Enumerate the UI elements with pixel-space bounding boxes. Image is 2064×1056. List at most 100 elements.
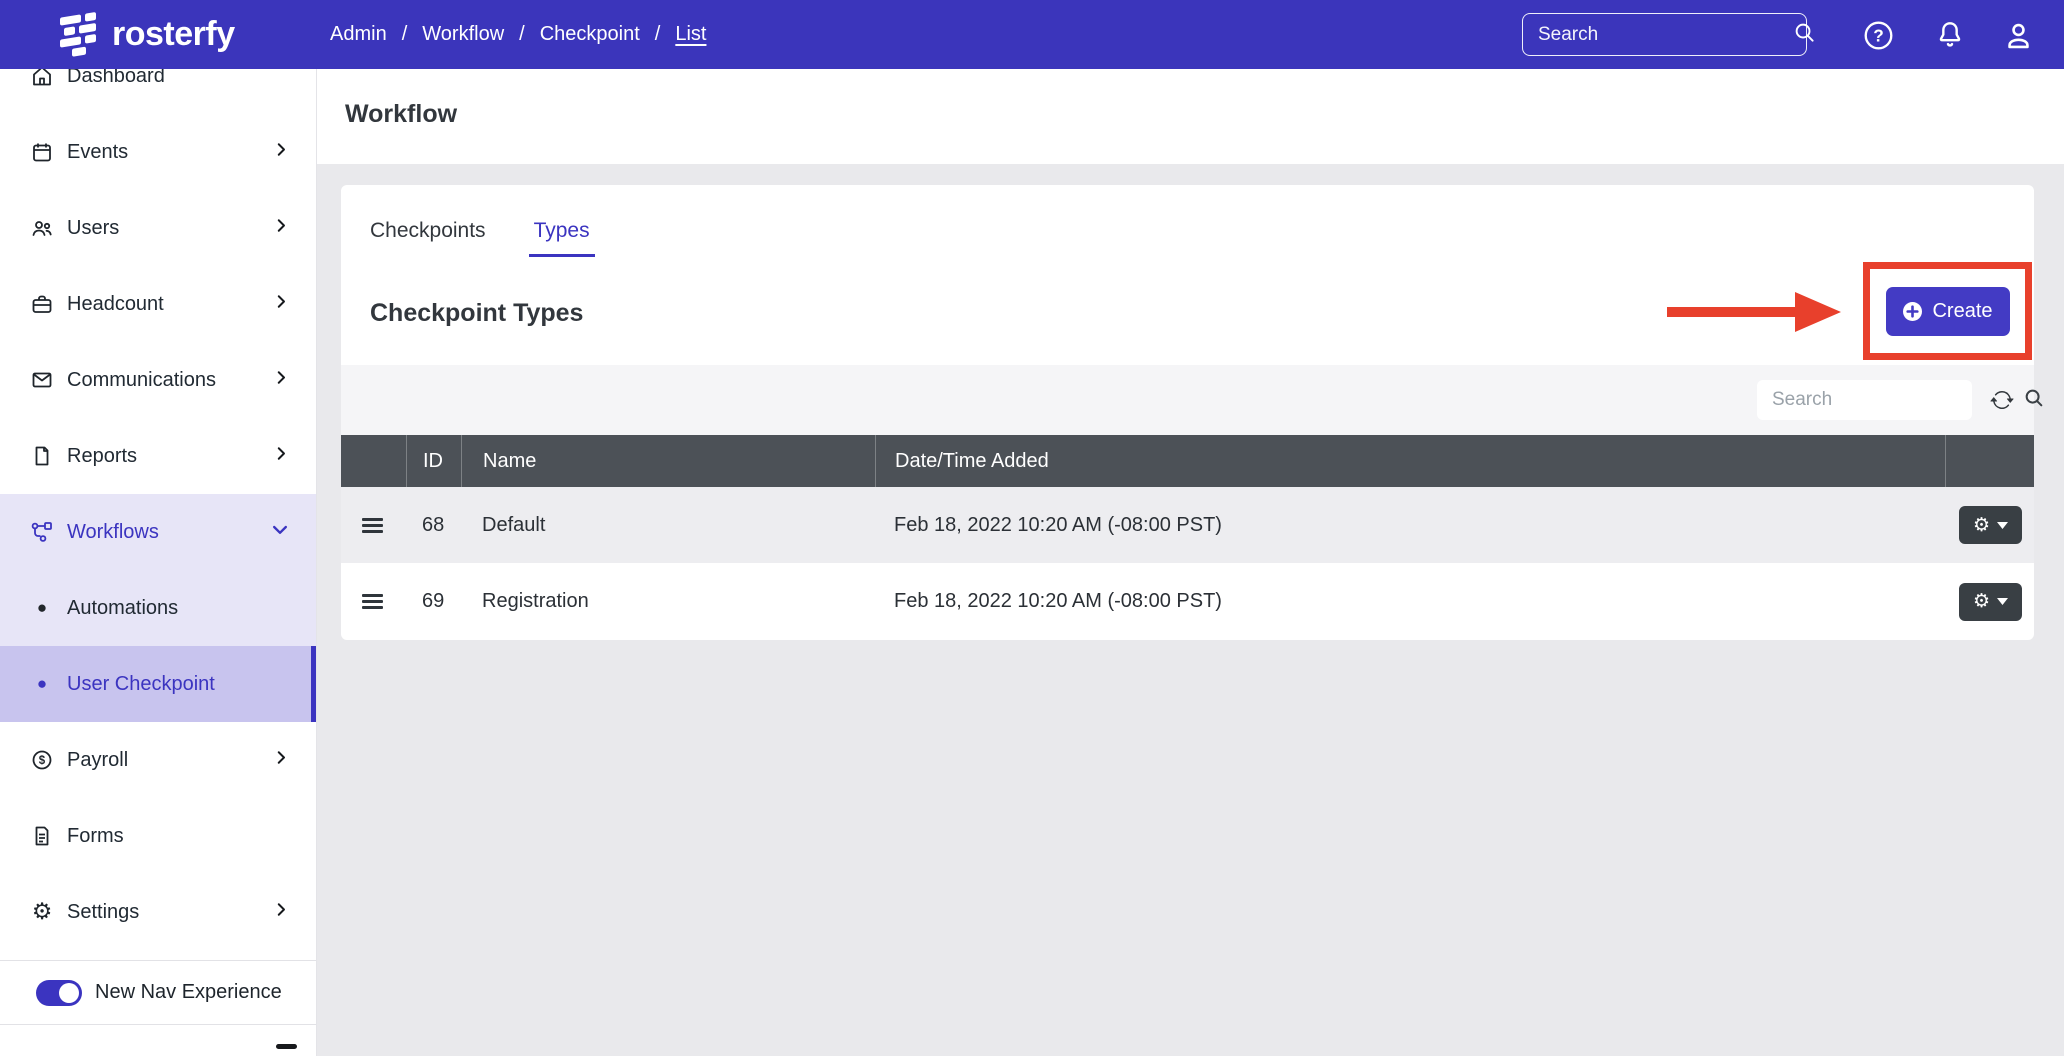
- people-icon: [30, 216, 54, 240]
- tab-bar: Checkpoints Types: [370, 219, 595, 257]
- briefcase-icon: [30, 292, 54, 316]
- sidebar-item-events[interactable]: Events: [0, 114, 316, 190]
- sidebar-item-label: Payroll: [67, 748, 129, 771]
- sidebar-item-automations[interactable]: ● Automations: [0, 570, 316, 646]
- caret-down-icon: [1997, 598, 2009, 605]
- table-search-input[interactable]: [1757, 389, 2023, 411]
- sidebar-item-label: Settings: [67, 900, 140, 923]
- sidebar-item-label: Users: [67, 216, 120, 239]
- search-icon[interactable]: [1793, 21, 1816, 49]
- rosterfy-mark-icon: [60, 11, 96, 56]
- cell-name: Registration: [482, 590, 589, 612]
- breadcrumb-separator: /: [654, 23, 661, 45]
- create-button-label: Create: [1932, 299, 1993, 322]
- gear-icon: ⚙: [1972, 590, 1991, 612]
- help-icon[interactable]: ?: [1860, 17, 1896, 53]
- top-navbar: rosterfy Admin / Workflow / Checkpoint /…: [0, 0, 2064, 69]
- sidebar-item-payroll[interactable]: $ Payroll: [0, 722, 316, 798]
- row-actions-button[interactable]: ⚙: [1959, 582, 2022, 621]
- search-icon[interactable]: [2023, 387, 2045, 414]
- sidebar-item-settings[interactable]: ⚙ Settings: [0, 874, 316, 950]
- table-row[interactable]: 69 Registration Feb 18, 2022 10:20 AM (-…: [341, 563, 2034, 640]
- toggle-knob: [59, 982, 79, 1003]
- table-header-row: ID Name Date/Time Added: [341, 435, 2034, 487]
- new-nav-toggle[interactable]: [36, 979, 82, 1006]
- file-icon: [30, 444, 54, 468]
- breadcrumb-checkpoint[interactable]: Checkpoint: [540, 23, 640, 46]
- header-cell-actions: [1945, 435, 2034, 487]
- sidebar-item-workflows[interactable]: Workflows: [0, 494, 316, 570]
- breadcrumb-separator: /: [519, 23, 525, 45]
- logo-wordmark: rosterfy: [112, 15, 235, 53]
- dollar-circle-icon: $: [30, 748, 54, 772]
- tab-types[interactable]: Types: [528, 219, 595, 257]
- chevron-right-icon: [272, 141, 290, 164]
- sidebar-item-label: User Checkpoint: [67, 672, 215, 695]
- header-cell-handle: [341, 435, 406, 487]
- gear-icon: ⚙: [31, 898, 53, 925]
- calendar-icon: [30, 140, 54, 164]
- sidebar: Dashboard Events Users Headcount Communi…: [0, 0, 317, 1056]
- global-search: [1522, 13, 1814, 56]
- cell-id: 68: [422, 513, 445, 536]
- sidebar-item-communications[interactable]: Communications: [0, 342, 316, 418]
- row-actions-button[interactable]: ⚙: [1959, 506, 2022, 544]
- sidebar-item-headcount[interactable]: Headcount: [0, 266, 316, 342]
- workflow-icon: [30, 520, 54, 544]
- sidebar-item-label: Reports: [67, 444, 138, 467]
- chevron-right-icon: [272, 901, 290, 924]
- page-title: Workflow: [345, 100, 458, 128]
- cell-name: Default: [482, 513, 546, 536]
- breadcrumb-workflow[interactable]: Workflow: [422, 23, 504, 46]
- drag-handle-icon[interactable]: [362, 593, 406, 610]
- global-search-input[interactable]: [1523, 23, 1793, 46]
- breadcrumb-separator: /: [401, 23, 408, 45]
- breadcrumb-list[interactable]: List: [675, 23, 706, 46]
- sidebar-item-user-checkpoint[interactable]: ● User Checkpoint: [0, 646, 316, 722]
- svg-text:?: ?: [1873, 25, 1884, 45]
- sidebar-item-label: Automations: [67, 596, 179, 619]
- checkpoint-types-table: ID Name Date/Time Added 68 Default Feb 1…: [341, 435, 2034, 640]
- main-content: Workflow Checkpoints Types Checkpoint Ty…: [317, 69, 2064, 1056]
- table-search: [1757, 380, 2043, 420]
- sidebar-item-label: Headcount: [67, 292, 164, 315]
- envelope-icon: [30, 368, 54, 392]
- sidebar-item-reports[interactable]: Reports: [0, 418, 316, 494]
- header-cell-date: Date/Time Added: [875, 435, 1945, 487]
- sidebar-item-forms[interactable]: Forms: [0, 798, 316, 874]
- red-arrow-annotation: [1667, 292, 1841, 332]
- create-button[interactable]: Create: [1885, 286, 2010, 336]
- rosterfy-logo[interactable]: rosterfy: [58, 0, 235, 69]
- sidebar-item-label: Communications: [67, 368, 216, 391]
- divider: [0, 1024, 316, 1025]
- chevron-right-icon: [272, 445, 290, 468]
- sidebar-nav-list: Dashboard Events Users Headcount Communi…: [0, 38, 316, 950]
- plus-circle-icon: [1902, 301, 1923, 322]
- drag-handle-icon[interactable]: [362, 517, 406, 534]
- breadcrumb-admin[interactable]: Admin: [330, 23, 387, 46]
- chevron-down-icon: [270, 520, 290, 545]
- breadcrumb: Admin / Workflow / Checkpoint / List: [330, 0, 706, 69]
- table-row[interactable]: 68 Default Feb 18, 2022 10:20 AM (-08:00…: [341, 487, 2034, 563]
- sidebar-item-label: Forms: [67, 824, 124, 847]
- chevron-right-icon: [272, 293, 290, 316]
- chevron-right-icon: [272, 217, 290, 240]
- tab-checkpoints[interactable]: Checkpoints: [370, 219, 486, 243]
- new-nav-toggle-row: New Nav Experience: [0, 961, 316, 1024]
- sidebar-item-users[interactable]: Users: [0, 190, 316, 266]
- cell-date: Feb 18, 2022 10:20 AM (-08:00 PST): [894, 513, 1222, 536]
- caret-down-icon: [1997, 521, 2009, 529]
- header-cell-name: Name: [461, 435, 875, 487]
- refresh-icon[interactable]: [1985, 383, 2019, 417]
- chevron-right-icon: [272, 749, 290, 772]
- table-toolbar: [341, 365, 2043, 435]
- collapse-minus-icon[interactable]: [276, 1044, 297, 1049]
- bell-icon[interactable]: [1932, 17, 1968, 53]
- section-heading: Checkpoint Types: [370, 299, 584, 327]
- account-icon[interactable]: [2000, 17, 2036, 53]
- checkpoint-types-card: Checkpoints Types Checkpoint Types Creat…: [341, 185, 2043, 640]
- cell-date: Feb 18, 2022 10:20 AM (-08:00 PST): [894, 590, 1222, 612]
- file-text-icon: [30, 824, 54, 848]
- bullet-icon: ●: [36, 674, 48, 693]
- sidebar-item-label: Workflows: [67, 520, 159, 543]
